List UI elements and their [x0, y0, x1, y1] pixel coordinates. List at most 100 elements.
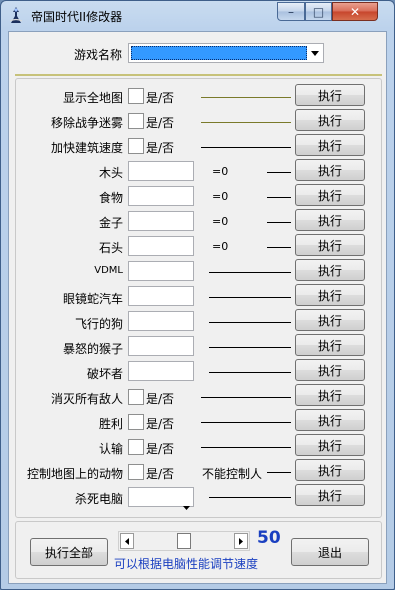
chevron-down-icon[interactable] — [307, 45, 322, 61]
connector-line — [201, 447, 291, 448]
action-checkbox[interactable] — [128, 439, 144, 455]
toggle-checkbox[interactable] — [128, 113, 144, 129]
execute-button[interactable]: 执行 — [295, 134, 365, 156]
resource-label: 木头 — [98, 166, 123, 180]
execute-button[interactable]: 执行 — [295, 259, 365, 281]
action-label: 认输 — [98, 442, 123, 456]
divider — [15, 74, 382, 76]
connector-line — [267, 222, 291, 223]
toggle-yesno-label: 是/否 — [146, 91, 175, 105]
connector-line — [209, 347, 291, 348]
resource-input[interactable] — [128, 236, 194, 256]
slider-track[interactable] — [134, 533, 234, 549]
connector-line — [209, 297, 291, 298]
speed-slider[interactable] — [118, 531, 250, 551]
execute-button[interactable]: 执行 — [295, 359, 365, 381]
execute-button[interactable]: 执行 — [295, 159, 365, 181]
execute-button[interactable]: 执行 — [295, 209, 365, 231]
control-animals-label: 控制地图上的动物 — [26, 467, 123, 481]
execute-button[interactable]: 执行 — [295, 409, 365, 431]
action-checkbox[interactable] — [128, 414, 144, 430]
execute-button[interactable]: 执行 — [295, 184, 365, 206]
execute-button[interactable]: 执行 — [295, 384, 365, 406]
maximize-button[interactable]: □ — [305, 2, 332, 21]
resource-input[interactable] — [128, 211, 194, 231]
resource-label: 石头 — [98, 241, 123, 255]
connector-line — [209, 372, 291, 373]
control-animals-note: 不能控制人 — [202, 467, 263, 481]
resource-label: 食物 — [98, 191, 123, 205]
unit-label: 眼镜蛇汽车 — [62, 292, 123, 306]
toggle-yesno-label: 是/否 — [146, 116, 175, 130]
execute-button[interactable]: 执行 — [295, 434, 365, 456]
connector-line — [201, 422, 291, 423]
game-name-label: 游戏名称 — [74, 48, 123, 62]
unit-input[interactable] — [128, 361, 194, 381]
execute-button[interactable]: 执行 — [295, 284, 365, 306]
action-yesno-label: 是/否 — [146, 392, 175, 406]
maximize-icon: □ — [312, 4, 325, 19]
window-title: 帝国时代II修改器 — [31, 10, 123, 24]
resource-equals-label: =0 — [212, 215, 229, 228]
execute-all-button[interactable]: 执行全部 — [30, 538, 108, 566]
unit-input[interactable] — [128, 311, 194, 331]
connector-line — [267, 172, 291, 173]
speed-value: 50 — [257, 528, 281, 548]
connector-line — [267, 472, 291, 473]
execute-button[interactable]: 执行 — [295, 109, 365, 131]
exit-button[interactable]: 退出 — [291, 538, 369, 566]
unit-input[interactable] — [128, 286, 194, 306]
minimize-button[interactable]: – — [277, 2, 305, 21]
connector-line — [267, 247, 291, 248]
connector-line — [267, 197, 291, 198]
toggle-label: 加快建筑速度 — [50, 141, 123, 155]
connector-line — [201, 122, 291, 123]
resource-input[interactable] — [128, 186, 194, 206]
action-yesno-label: 是/否 — [146, 442, 175, 456]
execute-button[interactable]: 执行 — [295, 309, 365, 331]
action-yesno-label: 是/否 — [146, 417, 175, 431]
action-checkbox[interactable] — [128, 389, 144, 405]
toggle-label: 显示全地图 — [62, 91, 123, 105]
execute-button[interactable]: 执行 — [295, 84, 365, 106]
connector-line — [201, 97, 291, 98]
execute-button[interactable]: 执行 — [295, 234, 365, 256]
close-button[interactable]: ✕ — [332, 2, 378, 21]
chevron-down-icon[interactable] — [183, 495, 190, 514]
resource-equals-label: =0 — [212, 240, 229, 253]
resource-label: 金子 — [98, 216, 123, 230]
game-name-select[interactable] — [128, 43, 324, 63]
resource-equals-label: =0 — [212, 165, 229, 178]
client-area: 游戏名称 显示全地图 是/否 执行 移除战争迷雾 是/否 执行 加快建筑速度 是… — [8, 31, 387, 584]
title-bar[interactable]: 帝国时代II修改器 – □ ✕ — [1, 1, 394, 31]
execute-button[interactable]: 执行 — [295, 334, 365, 356]
resource-input[interactable] — [128, 161, 194, 181]
game-name-selection — [131, 46, 307, 60]
toggle-yesno-label: 是/否 — [146, 141, 175, 155]
app-icon — [9, 7, 23, 23]
connector-line — [209, 322, 291, 323]
slider-thumb[interactable] — [177, 533, 191, 549]
unit-label: 暴怒的猴子 — [62, 342, 123, 356]
toggle-checkbox[interactable] — [128, 138, 144, 154]
slider-left-arrow-icon[interactable] — [120, 533, 134, 549]
minimize-icon: – — [288, 4, 294, 19]
close-icon: ✕ — [349, 4, 361, 19]
kill-computer-select[interactable] — [128, 487, 194, 510]
action-label: 胜利 — [98, 417, 123, 431]
kill-computer-label: 杀死电脑 — [74, 492, 123, 506]
unit-label: 破坏者 — [86, 367, 123, 381]
control-animals-yesno-label: 是/否 — [146, 467, 175, 481]
unit-input[interactable] — [128, 336, 194, 356]
toggle-checkbox[interactable] — [128, 88, 144, 104]
unit-input[interactable] — [128, 261, 194, 281]
connector-line — [201, 147, 291, 148]
execute-button[interactable]: 执行 — [295, 484, 365, 506]
unit-label: VDML — [94, 265, 123, 276]
main-window: 帝国时代II修改器 – □ ✕ 游戏名称 显示全地图 是/否 执行 移除战争迷雾… — [0, 0, 395, 590]
slider-right-arrow-icon[interactable] — [234, 533, 248, 549]
execute-button[interactable]: 执行 — [295, 459, 365, 481]
control-animals-checkbox[interactable] — [128, 464, 144, 480]
connector-line — [209, 272, 291, 273]
resource-equals-label: =0 — [212, 190, 229, 203]
